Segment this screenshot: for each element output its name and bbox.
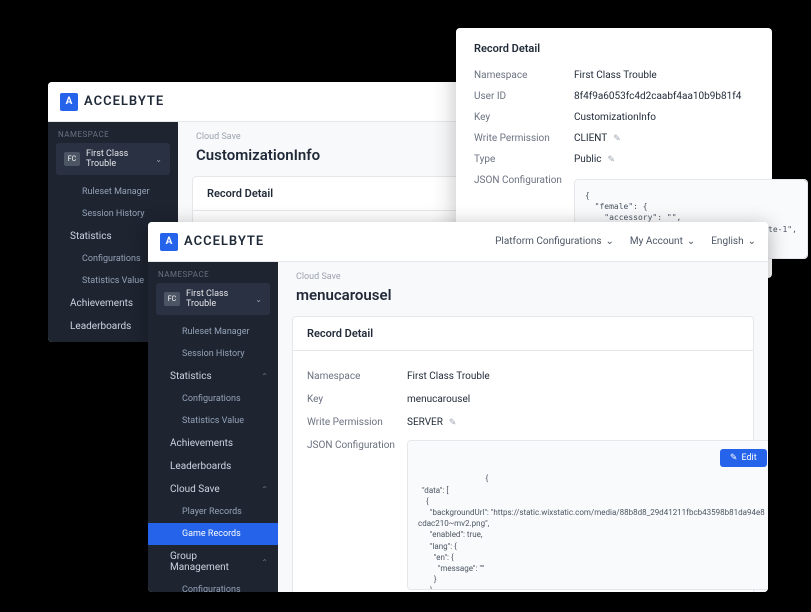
sidebar-item-configurations-2[interactable]: Configurations: [148, 579, 278, 592]
namespace-selector[interactable]: FC First Class Trouble ⌄: [156, 283, 270, 315]
card-namespace-value: First Class Trouble: [574, 70, 754, 81]
panel-title: Record Detail: [293, 317, 753, 351]
namespace-name: First Class Trouble: [86, 149, 149, 169]
logo-icon: A: [60, 93, 78, 111]
namespace-label: NAMESPACE: [148, 262, 278, 283]
topbar: A ACCELBYTE Platform Configurations⌄ My …: [148, 222, 768, 262]
logo: A ACCELBYTE: [60, 93, 164, 111]
breadcrumb: Cloud Save: [278, 262, 768, 286]
sidebar-item-game-records[interactable]: Game Records: [148, 523, 278, 545]
logo-icon: A: [160, 233, 178, 251]
card-write-permission-value: CLIENT✎: [574, 133, 754, 144]
pencil-icon: ✎: [730, 453, 738, 463]
json-editor: ✎Edit { "data": [ { "backgroundUrl": "ht…: [407, 440, 768, 590]
topbar-language[interactable]: English⌄: [711, 236, 756, 247]
sidebar-item-session[interactable]: Session History: [148, 343, 278, 365]
sidebar-item-ruleset[interactable]: Ruleset Manager: [148, 321, 278, 343]
chevron-up-icon: ⌃: [261, 558, 268, 567]
sidebar: NAMESPACE FC First Class Trouble ⌄ Rules…: [148, 262, 278, 592]
sidebar-item-group-mgmt[interactable]: Group Management⌃: [148, 545, 278, 579]
brand-name: ACCELBYTE: [84, 94, 164, 109]
topbar-platform-config[interactable]: Platform Configurations⌄: [495, 236, 614, 247]
namespace-label: NAMESPACE: [48, 122, 178, 143]
edit-icon[interactable]: ✎: [449, 418, 457, 428]
topbar-my-account[interactable]: My Account⌄: [630, 236, 695, 247]
edit-icon[interactable]: ✎: [608, 155, 616, 165]
sidebar-item-leaderboards[interactable]: Leaderboards: [148, 455, 278, 478]
sidebar-item-stats-value[interactable]: Statistics Value: [148, 410, 278, 432]
card-type-value: Public✎: [574, 154, 754, 165]
sidebar-item-achievements[interactable]: Achievements: [148, 432, 278, 455]
card-title: Record Detail: [474, 42, 754, 55]
chevron-up-icon: ⌃: [261, 372, 268, 381]
brand-name: ACCELBYTE: [184, 234, 264, 249]
edit-icon[interactable]: ✎: [613, 134, 621, 144]
edit-button[interactable]: ✎Edit: [720, 449, 767, 467]
main-content: Cloud Save menucarousel Record Detail Na…: [278, 262, 768, 592]
page-title: menucarousel: [278, 286, 768, 316]
namespace-value: First Class Trouble: [407, 371, 739, 382]
card-key-value: CustomizationInfo: [574, 112, 754, 123]
namespace-badge: FC: [64, 152, 80, 166]
chevron-up-icon: ⌃: [261, 485, 268, 494]
chevron-down-icon: ⌄: [687, 236, 695, 247]
chevron-down-icon: ⌄: [606, 236, 614, 247]
sidebar-item-cloud-save[interactable]: Cloud Save⌃: [148, 478, 278, 501]
record-detail-panel: Record Detail NamespaceFirst Class Troub…: [292, 316, 754, 592]
chevron-down-icon: ⌄: [748, 236, 756, 247]
card-userid-value: 8f4f9a6053fc4d2caabf4aa10b9b81f4: [574, 91, 754, 102]
key-value: menucarousel: [407, 394, 739, 405]
namespace-badge: FC: [164, 292, 180, 306]
window-game-records: A ACCELBYTE Platform Configurations⌄ My …: [148, 222, 768, 592]
namespace-selector[interactable]: FC First Class Trouble ⌄: [56, 143, 170, 175]
chevron-down-icon: ⌄: [155, 155, 162, 164]
chevron-down-icon: ⌄: [255, 295, 262, 304]
sidebar-item-statistics[interactable]: Statistics⌃: [148, 365, 278, 388]
sidebar-item-ruleset[interactable]: Ruleset Manager: [48, 181, 178, 203]
logo: A ACCELBYTE: [160, 233, 264, 251]
sidebar-item-configurations[interactable]: Configurations: [148, 388, 278, 410]
write-permission-value: SERVER✎: [407, 417, 739, 428]
namespace-name: First Class Trouble: [186, 289, 249, 309]
sidebar-item-player-records[interactable]: Player Records: [148, 501, 278, 523]
